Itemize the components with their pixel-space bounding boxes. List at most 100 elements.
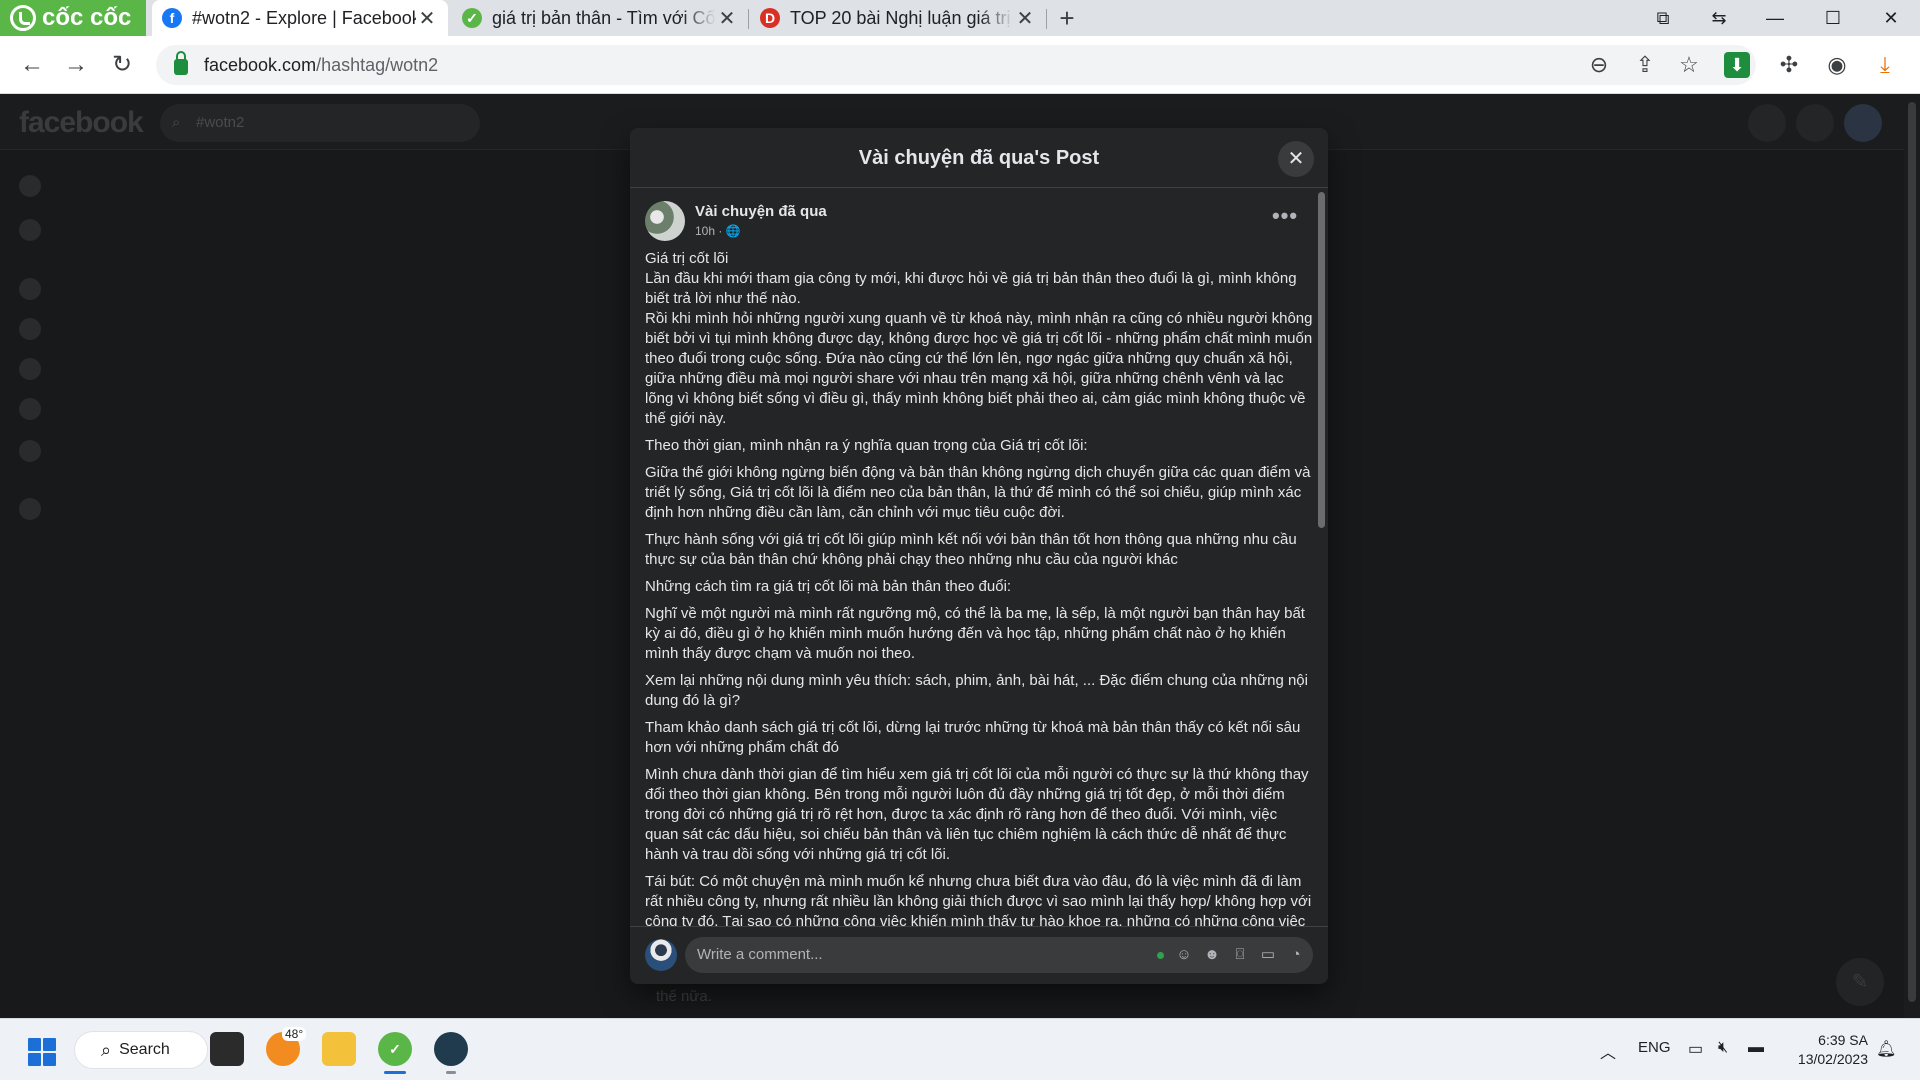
profile-avatar-icon[interactable]	[19, 219, 41, 241]
volume-muted-icon[interactable]: 🔇︎	[1718, 1039, 1728, 1057]
taskbar-search-label: Search	[119, 1041, 170, 1058]
bookmark-star-icon[interactable]: ☆	[1676, 52, 1702, 78]
post-paragraph: Tham khảo danh sách giá trị cốt lõi, dừn…	[645, 719, 1301, 756]
link-icon[interactable]	[19, 498, 41, 520]
watch-icon[interactable]	[19, 278, 41, 300]
modal-title: Vài chuyện đã qua's Post	[630, 128, 1328, 188]
close-window-button[interactable]: ✕	[1868, 0, 1914, 36]
forward-button[interactable]: →	[60, 49, 92, 81]
close-tab-icon[interactable]: ✕	[416, 6, 438, 31]
post-paragraph: Rồi khi mình hỏi những người xung quanh …	[645, 310, 1313, 427]
page-scrollbar[interactable]	[1904, 94, 1920, 1018]
post-paragraph: Mình chưa dành thời gian để tìm hiểu xem…	[645, 766, 1309, 863]
active-app-indicator	[384, 1071, 406, 1074]
zoom-out-icon[interactable]: ⊖	[1586, 52, 1612, 78]
tab-title: TOP 20 bài Nghị luận giá trị bản thân	[790, 7, 1014, 28]
avatar-sticker-icon[interactable]: ☺	[1175, 946, 1193, 964]
sidebar-toggle-icon[interactable]: ⇆	[1696, 0, 1742, 36]
messenger-icon[interactable]	[1748, 104, 1786, 142]
downloads-icon[interactable]: ⤓	[1872, 52, 1898, 78]
home-icon[interactable]	[19, 175, 41, 197]
coccoc-leaf-icon	[10, 5, 36, 31]
tab-title: giá trị bản thân - Tìm với Cốc Cốc	[492, 7, 716, 28]
author-name[interactable]: Vài chuyện đã qua	[695, 203, 827, 220]
lock-icon	[174, 51, 188, 75]
coccoc-logo[interactable]: cốc cốc	[0, 0, 146, 36]
tab-article[interactable]: D TOP 20 bài Nghị luận giá trị bản thân …	[750, 0, 1046, 36]
screenshot-icon[interactable]: ⧉	[1640, 0, 1686, 36]
network-icon[interactable]: ▭	[1688, 1039, 1703, 1059]
modal-scrollbar-thumb[interactable]	[1318, 192, 1325, 528]
user-avatar[interactable]	[645, 939, 677, 971]
groups-icon[interactable]	[19, 358, 41, 380]
coccoc-browser-icon[interactable]: ✓	[378, 1032, 412, 1066]
menu-grid-icon[interactable]	[19, 440, 41, 462]
notification-bell-icon[interactable]: 🔔︎	[1876, 1039, 1896, 1059]
savior-download-icon[interactable]: ⬇	[1724, 52, 1750, 78]
maximize-button[interactable]: ☐	[1810, 0, 1856, 36]
post-paragraph: Giữa thế giới không ngừng biến động và b…	[645, 464, 1311, 521]
taskbar-search[interactable]: ⌕ Search	[74, 1031, 208, 1069]
notifications-icon[interactable]	[1796, 104, 1834, 142]
camera-icon[interactable]: ⌼	[1231, 946, 1249, 964]
post-paragraph: Thực hành sống với giá trị cốt lõi giúp …	[645, 531, 1297, 568]
search-icon: ⌕	[172, 114, 181, 131]
post-modal: Vài chuyện đã qua's Post ✕ Vài chuyện đã…	[630, 128, 1328, 984]
comment-input[interactable]: Write a comment... ☺ ☻ ⌼ ▭ ◔	[685, 937, 1313, 973]
task-view-icon[interactable]	[210, 1032, 244, 1066]
author-avatar[interactable]	[645, 201, 685, 241]
share-icon[interactable]: ⇪	[1632, 52, 1658, 78]
battery-icon[interactable]: ▬	[1748, 1039, 1764, 1057]
tab-title: #wotn2 - Explore | Facebook	[192, 7, 416, 28]
tab-facebook[interactable]: f #wotn2 - Explore | Facebook ✕	[152, 0, 448, 36]
post-content: Giá trị cốt lõi Lần đầu khi mới tham gia…	[645, 249, 1313, 926]
post-paragraph: Những cách tìm ra giá trị cốt lõi mà bản…	[645, 578, 1012, 595]
back-button[interactable]: ←	[16, 49, 48, 81]
facebook-search-input[interactable]: ⌕ #wotn2	[160, 104, 480, 142]
brand-name: cốc cốc	[42, 4, 132, 31]
weather-temperature: 48°	[282, 1027, 307, 1041]
tray-chevron-icon[interactable]: ︿	[1600, 1039, 1616, 1063]
post-paragraph: Tái bút: Có một chuyện mà mình muốn kể n…	[645, 873, 1312, 926]
extensions-icon[interactable]: ✣	[1776, 52, 1802, 78]
close-tab-icon[interactable]: ✕	[1014, 6, 1036, 31]
post-paragraph: Giá trị cốt lõi	[645, 250, 729, 267]
language-indicator[interactable]: ENG	[1638, 1039, 1671, 1056]
windows-taskbar: ⌕ Search 48° ✓ ︿ ENG ▭ 🔇︎ ▬ 6:39 SA 13/0…	[0, 1018, 1920, 1080]
more-options-icon[interactable]: •••	[1267, 201, 1303, 237]
comment-placeholder: Write a comment...	[697, 946, 823, 963]
post-timestamp[interactable]: 10h · 🌐	[695, 224, 741, 238]
browser-tab-bar: cốc cốc f #wotn2 - Explore | Facebook ✕ …	[0, 0, 1920, 36]
facebook-logo[interactable]: facebook	[19, 106, 144, 140]
url-text[interactable]: facebook.com/hashtag/wotn2	[204, 55, 438, 76]
post-paragraph: Theo thời gian, mình nhận ra ý nghĩa qua…	[645, 437, 1088, 454]
browser-toolbar: ← → ↻ facebook.com/hashtag/wotn2 ⊖ ⇪ ☆ ⬇…	[0, 36, 1920, 94]
close-modal-button[interactable]: ✕	[1278, 141, 1314, 177]
marketplace-icon[interactable]	[19, 318, 41, 340]
address-bar[interactable]: facebook.com/hashtag/wotn2	[156, 45, 1756, 85]
new-tab-button[interactable]: +	[1052, 3, 1082, 33]
page-scrollbar-thumb[interactable]	[1908, 102, 1916, 1002]
reload-button[interactable]: ↻	[106, 49, 138, 81]
app-icon[interactable]	[434, 1032, 468, 1066]
tab-divider	[1046, 9, 1047, 29]
running-app-indicator	[446, 1071, 456, 1074]
file-explorer-icon[interactable]	[322, 1032, 356, 1066]
profile-icon[interactable]: ◉	[1824, 52, 1850, 78]
sticker-icon[interactable]: ◔	[1287, 946, 1305, 964]
new-message-button[interactable]: ✎	[1836, 958, 1884, 1006]
close-tab-icon[interactable]: ✕	[716, 6, 738, 31]
gaming-icon[interactable]	[19, 398, 41, 420]
clock-time: 6:39 SA	[1818, 1032, 1868, 1048]
tab-coccoc-search[interactable]: ✓ giá trị bản thân - Tìm với Cốc Cốc ✕	[452, 0, 748, 36]
system-clock[interactable]: 6:39 SA 13/02/2023	[1788, 1031, 1868, 1069]
background-post-snippet: thế nữa.	[656, 988, 712, 1005]
emoji-icon[interactable]: ☻	[1203, 946, 1221, 964]
post-paragraph: Nghĩ về một người mà mình rất ngưỡng mộ,…	[645, 605, 1305, 662]
windows-start-icon[interactable]	[28, 1038, 56, 1066]
gif-icon[interactable]: ▭	[1259, 946, 1277, 964]
post-paragraph: Lần đầu khi mới tham gia công ty mới, kh…	[645, 270, 1297, 307]
minimize-button[interactable]: —	[1752, 0, 1798, 36]
account-avatar[interactable]	[1844, 104, 1882, 142]
clock-date: 13/02/2023	[1797, 1051, 1868, 1067]
